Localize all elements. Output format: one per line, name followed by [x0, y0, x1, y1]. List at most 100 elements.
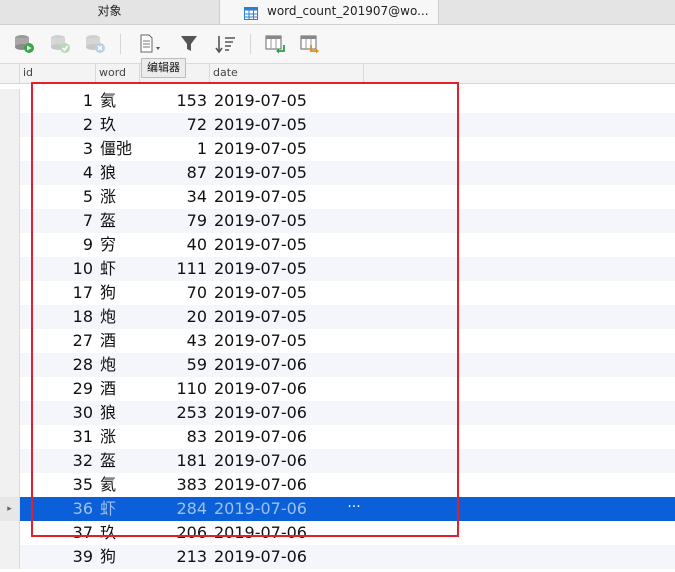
cell-date[interactable]: 2019-07-06 — [214, 545, 354, 569]
cell-date[interactable]: 2019-07-05 — [214, 161, 354, 185]
cell-id[interactable]: 17 — [20, 281, 93, 305]
cell-count[interactable]: 79 — [140, 209, 207, 233]
cell-id[interactable]: 35 — [20, 473, 93, 497]
row-gutter[interactable] — [0, 185, 20, 209]
table-row[interactable]: 35 氦 383 2019-07-06 — [0, 473, 675, 497]
table-row[interactable]: 28 炮 59 2019-07-06 — [0, 353, 675, 377]
row-gutter[interactable] — [0, 545, 20, 569]
table-row[interactable]: 31 涨 83 2019-07-06 — [0, 425, 675, 449]
row-gutter[interactable] — [0, 89, 20, 113]
cell-count[interactable]: 43 — [140, 329, 207, 353]
table-row[interactable]: 18 炮 20 2019-07-05 — [0, 305, 675, 329]
cell-count[interactable]: 70 — [140, 281, 207, 305]
cell-id[interactable]: 32 — [20, 449, 93, 473]
row-gutter[interactable] — [0, 281, 20, 305]
table-row-selected[interactable]: ▸ 36 虾 284 2019-07-06 ··· — [0, 497, 675, 521]
cell-id[interactable]: 3 — [20, 137, 93, 161]
cell-count[interactable]: 72 — [140, 113, 207, 137]
row-gutter[interactable] — [0, 401, 20, 425]
save-record-button[interactable] — [48, 33, 72, 55]
row-gutter[interactable] — [0, 353, 20, 377]
table-row[interactable]: 17 狗 70 2019-07-05 — [0, 281, 675, 305]
row-gutter[interactable] — [0, 137, 20, 161]
tab-objects[interactable]: 对象 — [0, 0, 219, 24]
cell-count[interactable]: 153 — [140, 89, 207, 113]
cell-count[interactable]: 181 — [140, 449, 207, 473]
cell-id[interactable]: 1 — [20, 89, 93, 113]
cell-date[interactable]: 2019-07-06 — [214, 425, 354, 449]
cell-count[interactable]: 253 — [140, 401, 207, 425]
cell-count[interactable]: 111 — [140, 257, 207, 281]
cell-count[interactable]: 110 — [140, 377, 207, 401]
row-gutter[interactable] — [0, 161, 20, 185]
table-row[interactable]: 5 涨 34 2019-07-05 — [0, 185, 675, 209]
cell-date[interactable]: 2019-07-05 — [214, 305, 354, 329]
cell-date[interactable]: 2019-07-05 — [214, 113, 354, 137]
table-row[interactable]: 30 狼 253 2019-07-06 — [0, 401, 675, 425]
table-row[interactable]: 7 盔 79 2019-07-05 — [0, 209, 675, 233]
export-button[interactable] — [299, 33, 323, 55]
cell-date[interactable]: 2019-07-06 — [214, 497, 354, 521]
cell-count[interactable]: 83 — [140, 425, 207, 449]
cell-date[interactable]: 2019-07-06 — [214, 473, 354, 497]
row-gutter-current-icon[interactable]: ▸ — [0, 497, 20, 521]
column-header-word[interactable]: word — [96, 64, 140, 83]
cell-count[interactable]: 87 — [140, 161, 207, 185]
cell-date[interactable]: 2019-07-05 — [214, 329, 354, 353]
row-gutter[interactable] — [0, 113, 20, 137]
discard-record-button[interactable] — [83, 33, 107, 55]
cell-id[interactable]: 10 — [20, 257, 93, 281]
cell-id[interactable]: 28 — [20, 353, 93, 377]
table-row[interactable]: 10 虾 111 2019-07-05 — [0, 257, 675, 281]
cell-id[interactable]: 39 — [20, 545, 93, 569]
cell-id[interactable]: 2 — [20, 113, 93, 137]
row-gutter[interactable] — [0, 257, 20, 281]
cell-count[interactable]: 20 — [140, 305, 207, 329]
row-gutter[interactable] — [0, 305, 20, 329]
column-header-id[interactable]: id — [20, 64, 96, 83]
cell-date[interactable]: 2019-07-06 — [214, 377, 354, 401]
table-row[interactable]: 37 玖 206 2019-07-06 — [0, 521, 675, 545]
cell-date[interactable]: 2019-07-06 — [214, 353, 354, 377]
cell-date[interactable]: 2019-07-05 — [214, 281, 354, 305]
row-gutter[interactable] — [0, 233, 20, 257]
row-gutter[interactable] — [0, 473, 20, 497]
cell-id[interactable]: 36 — [20, 497, 93, 521]
cell-more-button[interactable]: ··· — [344, 497, 364, 517]
table-row[interactable]: 9 穷 40 2019-07-05 — [0, 233, 675, 257]
cell-count[interactable]: 59 — [140, 353, 207, 377]
table-row[interactable]: 39 狗 213 2019-07-06 — [0, 545, 675, 569]
table-row[interactable]: 27 酒 43 2019-07-05 — [0, 329, 675, 353]
cell-count[interactable]: 383 — [140, 473, 207, 497]
cell-date[interactable]: 2019-07-05 — [214, 185, 354, 209]
cell-count[interactable]: 213 — [140, 545, 207, 569]
cell-count[interactable]: 34 — [140, 185, 207, 209]
filter-button[interactable] — [178, 33, 202, 55]
sort-button[interactable] — [214, 33, 238, 55]
cell-date[interactable]: 2019-07-05 — [214, 257, 354, 281]
cell-date[interactable]: 2019-07-06 — [214, 449, 354, 473]
row-gutter[interactable] — [0, 377, 20, 401]
row-gutter[interactable] — [0, 449, 20, 473]
table-row[interactable]: 29 酒 110 2019-07-06 — [0, 377, 675, 401]
cell-date[interactable]: 2019-07-05 — [214, 137, 354, 161]
cell-id[interactable]: 29 — [20, 377, 93, 401]
cell-count[interactable]: 1 — [140, 137, 207, 161]
import-button[interactable] — [264, 33, 288, 55]
table-row[interactable]: 4 狼 87 2019-07-05 — [0, 161, 675, 185]
cell-id[interactable]: 9 — [20, 233, 93, 257]
cell-id[interactable]: 5 — [20, 185, 93, 209]
table-row[interactable]: 32 盔 181 2019-07-06 — [0, 449, 675, 473]
table-row[interactable]: 3 僵弛 1 2019-07-05 — [0, 137, 675, 161]
cell-date[interactable]: 2019-07-05 — [214, 89, 354, 113]
row-gutter[interactable] — [0, 425, 20, 449]
table-row[interactable]: 2 玖 72 2019-07-05 — [0, 113, 675, 137]
cell-id[interactable]: 30 — [20, 401, 93, 425]
cell-id[interactable]: 7 — [20, 209, 93, 233]
add-record-button[interactable] — [12, 33, 36, 55]
cell-id[interactable]: 27 — [20, 329, 93, 353]
cell-date[interactable]: 2019-07-06 — [214, 401, 354, 425]
cell-count[interactable]: 206 — [140, 521, 207, 545]
tab-table[interactable]: word_count_201907@wo... — [219, 0, 439, 24]
row-gutter[interactable] — [0, 521, 20, 545]
